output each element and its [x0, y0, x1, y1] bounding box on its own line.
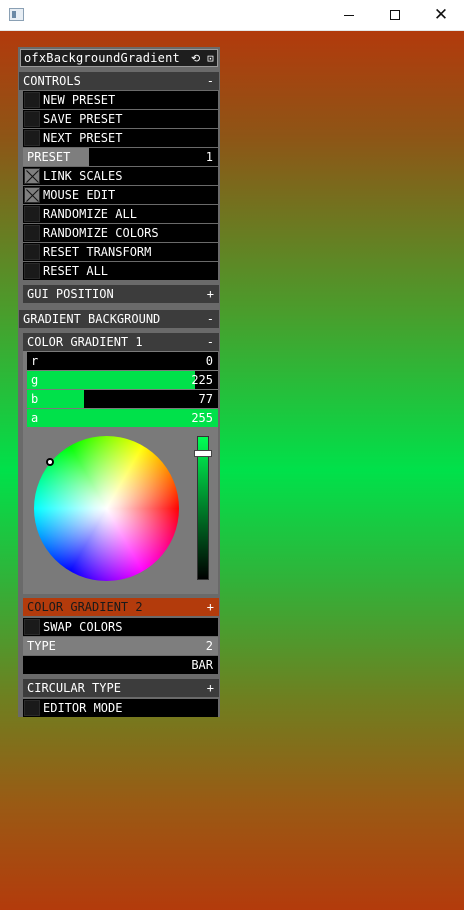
- save-preset-button[interactable]: SAVE PRESET: [23, 110, 218, 128]
- link-scales-label: LINK SCALES: [43, 169, 123, 183]
- window-titlebar: ✕: [0, 0, 464, 31]
- randomize-all-button[interactable]: RANDOMIZE ALL: [23, 205, 218, 223]
- close-icon: ✕: [433, 4, 449, 25]
- close-button[interactable]: ✕: [418, 0, 464, 30]
- minimize-icon: [344, 14, 354, 16]
- panel-title[interactable]: ofxBackgroundGradient ⟲ ⊡: [20, 49, 218, 67]
- gui-position-label: GUI POSITION: [27, 287, 114, 301]
- preset-slider[interactable]: PRESET 1: [23, 148, 218, 166]
- reset-transform-label: RESET TRANSFORM: [43, 245, 152, 259]
- channel-slider-r-value: 0: [205, 354, 213, 368]
- next-preset-label: NEXT PRESET: [43, 131, 123, 145]
- brightness-slider-handle[interactable]: [194, 450, 212, 457]
- channel-slider-r-label: r: [31, 354, 39, 368]
- minimize-button[interactable]: [326, 0, 372, 30]
- randomize-colors-label: RANDOMIZE COLORS: [43, 226, 159, 240]
- gradient-background-header[interactable]: GRADIENT BACKGROUND -: [19, 310, 219, 328]
- new-preset-checkbox[interactable]: [24, 92, 40, 108]
- randomize-colors-checkbox[interactable]: [24, 225, 40, 241]
- swap-colors-toggle[interactable]: SWAP COLORS: [23, 618, 218, 636]
- channel-slider-g-fill: [27, 371, 195, 389]
- save-preset-label: SAVE PRESET: [43, 112, 123, 126]
- channel-slider-b-label: b: [31, 392, 39, 406]
- reset-transform-checkbox[interactable]: [24, 244, 40, 260]
- next-preset-checkbox[interactable]: [24, 130, 40, 146]
- channel-slider-a-value: 255: [191, 411, 213, 425]
- editor-mode-checkbox[interactable]: [24, 700, 40, 716]
- maximize-button[interactable]: [372, 0, 418, 30]
- channel-slider-g[interactable]: g 225: [27, 371, 218, 389]
- type-slider[interactable]: TYPE 2: [23, 637, 218, 655]
- channel-slider-a-fill: [27, 409, 218, 427]
- expand-icon[interactable]: +: [207, 598, 214, 616]
- new-preset-label: NEW PRESET: [43, 93, 116, 107]
- reset-all-checkbox[interactable]: [24, 263, 40, 279]
- expand-icon[interactable]: +: [207, 679, 214, 697]
- preset-slider-label: PRESET: [27, 150, 71, 164]
- color-gradient-1-header[interactable]: COLOR GRADIENT 1 -: [23, 333, 219, 351]
- panel-title-icons[interactable]: ⟲ ⊡: [191, 51, 214, 67]
- randomize-all-checkbox[interactable]: [24, 206, 40, 222]
- reset-all-button[interactable]: RESET ALL: [23, 262, 218, 280]
- mouse-edit-toggle[interactable]: MOUSE EDIT: [23, 186, 218, 204]
- save-preset-checkbox[interactable]: [24, 111, 40, 127]
- swap-colors-label: SWAP COLORS: [43, 620, 123, 634]
- circular-type-header[interactable]: CIRCULAR TYPE +: [23, 679, 219, 697]
- channel-slider-g-label: g: [31, 373, 39, 387]
- collapse-icon[interactable]: -: [207, 72, 214, 90]
- channel-slider-b-value: 77: [198, 392, 213, 406]
- new-preset-button[interactable]: NEW PRESET: [23, 91, 218, 109]
- type-slider-label: TYPE: [27, 639, 56, 653]
- reset-transform-button[interactable]: RESET TRANSFORM: [23, 243, 218, 261]
- collapse-icon[interactable]: -: [207, 310, 214, 328]
- color-gradient-2-header[interactable]: COLOR GRADIENT 2 +: [23, 598, 219, 616]
- channel-slider-a-label: a: [31, 411, 39, 425]
- randomize-all-label: RANDOMIZE ALL: [43, 207, 137, 221]
- mouse-edit-label: MOUSE EDIT: [43, 188, 116, 202]
- link-scales-checkbox[interactable]: [24, 168, 40, 184]
- color-wheel-marker[interactable]: [46, 458, 54, 466]
- channel-slider-b[interactable]: b 77: [27, 390, 218, 408]
- color-wheel[interactable]: [34, 436, 179, 581]
- preset-slider-value: 1: [205, 150, 213, 164]
- collapse-icon[interactable]: -: [207, 333, 214, 351]
- maximize-icon: [390, 10, 400, 20]
- editor-mode-toggle[interactable]: EDITOR MODE: [23, 699, 218, 717]
- type-name-field: BAR: [23, 656, 218, 674]
- reset-all-label: RESET ALL: [43, 264, 109, 278]
- color-gradient-1-label: COLOR GRADIENT 1: [27, 335, 143, 349]
- gui-position-header[interactable]: GUI POSITION +: [23, 285, 219, 303]
- editor-mode-label: EDITOR MODE: [43, 701, 123, 715]
- brightness-slider[interactable]: [197, 436, 209, 580]
- expand-icon[interactable]: +: [207, 285, 214, 303]
- controls-header-label: CONTROLS: [23, 74, 81, 88]
- type-slider-value: 2: [205, 639, 213, 653]
- next-preset-button[interactable]: NEXT PRESET: [23, 129, 218, 147]
- swap-colors-checkbox[interactable]: [24, 619, 40, 635]
- app-icon: [9, 8, 24, 21]
- link-scales-toggle[interactable]: LINK SCALES: [23, 167, 218, 185]
- panel-title-text: ofxBackgroundGradient: [24, 51, 180, 65]
- channel-slider-a[interactable]: a 255: [27, 409, 218, 427]
- channel-slider-g-value: 225: [191, 373, 213, 387]
- gradient-background-label: GRADIENT BACKGROUND: [23, 312, 161, 326]
- controls-header[interactable]: CONTROLS -: [19, 72, 219, 90]
- channel-slider-r[interactable]: r 0: [27, 352, 218, 370]
- color-gradient-2-label: COLOR GRADIENT 2: [27, 600, 143, 614]
- randomize-colors-button[interactable]: RANDOMIZE COLORS: [23, 224, 218, 242]
- type-name-value: BAR: [191, 658, 213, 672]
- circular-type-label: CIRCULAR TYPE: [27, 681, 121, 695]
- mouse-edit-checkbox[interactable]: [24, 187, 40, 203]
